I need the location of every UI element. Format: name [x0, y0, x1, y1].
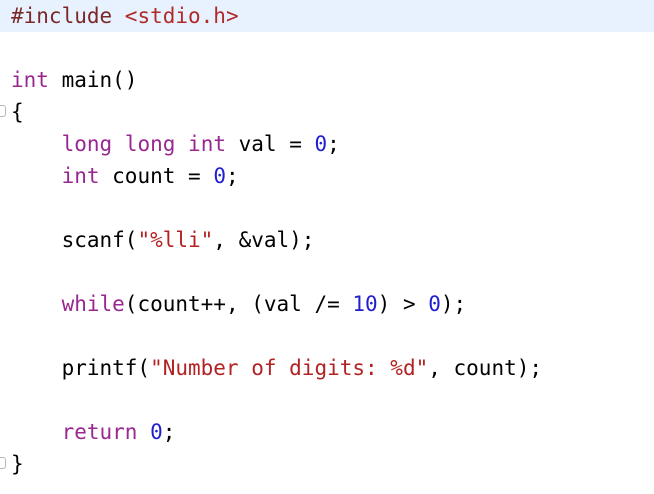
code-token: while	[61, 292, 125, 316]
code-line[interactable]: return 0;	[0, 416, 654, 448]
code-token: ) >	[377, 292, 429, 316]
code-token: int	[11, 68, 49, 92]
code-line[interactable]: #include <stdio.h>	[0, 0, 654, 32]
code-token: #include	[11, 4, 125, 28]
code-text: while(count++, (val /= 10) > 0);	[11, 288, 467, 320]
code-token: printf(	[11, 356, 151, 380]
code-token: "%lli"	[137, 228, 214, 252]
code-token: (count++, (val /=	[124, 292, 353, 316]
code-line[interactable]: {	[0, 96, 654, 128]
code-text: scanf("%lli", &val);	[11, 224, 315, 256]
fold-marker-icon[interactable]	[0, 457, 6, 469]
code-token: val =	[225, 132, 315, 156]
code-token: <stdio.h>	[124, 4, 239, 28]
code-text: }	[11, 448, 24, 480]
code-token: , count);	[428, 356, 543, 380]
code-token: 0	[314, 132, 328, 156]
code-token: return	[61, 420, 138, 444]
code-editor[interactable]: #include <stdio.h> int main() { long long …	[0, 0, 654, 494]
code-line[interactable]: printf("Number of digits: %d", count);	[0, 352, 654, 384]
code-token: ;	[225, 164, 239, 188]
code-line[interactable]	[0, 33, 654, 65]
code-line[interactable]: scanf("%lli", &val);	[0, 224, 654, 256]
code-text: int main()	[11, 64, 137, 96]
code-token: int	[61, 164, 100, 188]
code-token: );	[440, 292, 467, 316]
code-token: scanf(	[11, 228, 138, 252]
code-line[interactable]	[0, 192, 654, 224]
code-line[interactable]: long long int val = 0;	[0, 128, 654, 160]
code-token: count =	[99, 164, 214, 188]
code-token: 0	[150, 420, 163, 444]
code-token: ;	[327, 132, 340, 156]
code-token: int	[188, 132, 226, 156]
code-token: main()	[48, 68, 138, 92]
code-text: long long int val = 0;	[11, 128, 340, 160]
code-token: 0	[213, 164, 226, 188]
code-line[interactable]: int main()	[0, 64, 654, 96]
code-text: int count = 0;	[11, 160, 239, 192]
code-line[interactable]: int count = 0;	[0, 160, 654, 192]
code-token: 0	[428, 292, 441, 316]
code-line[interactable]	[0, 256, 654, 288]
code-line[interactable]	[0, 320, 654, 352]
code-text: #include <stdio.h>	[11, 0, 239, 32]
code-token: "Number of digits: %d"	[150, 356, 429, 380]
code-token: long	[61, 132, 113, 156]
code-token: {	[11, 100, 24, 124]
code-text: return 0;	[11, 416, 176, 448]
code-token: ;	[162, 420, 176, 444]
code-line[interactable]: while(count++, (val /= 10) > 0);	[0, 288, 654, 320]
code-token: , &val);	[213, 228, 315, 252]
code-line[interactable]: }	[0, 448, 654, 480]
code-line[interactable]	[0, 384, 654, 416]
code-text: printf("Number of digits: %d", count);	[11, 352, 542, 384]
code-token: 10	[352, 292, 378, 316]
fold-marker-icon[interactable]	[0, 105, 6, 117]
code-token: long	[124, 132, 176, 156]
code-text: {	[11, 96, 24, 128]
code-token: }	[11, 452, 24, 476]
